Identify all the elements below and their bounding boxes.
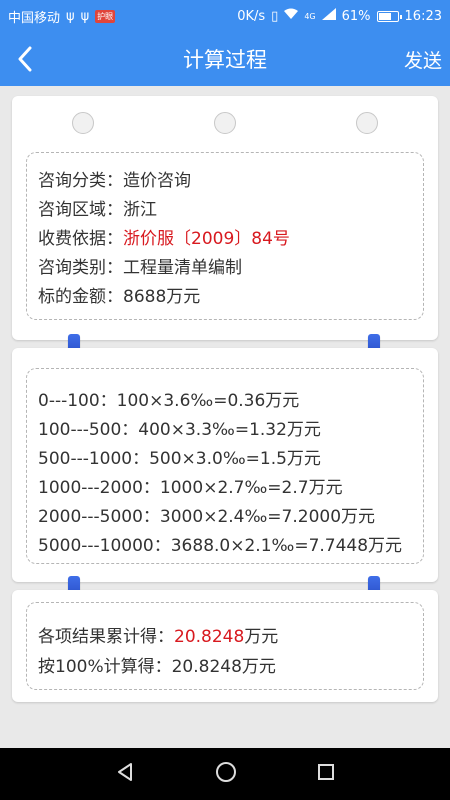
calc-row: 100---500：400×3.3‰=1.32万元 [38, 420, 321, 440]
signal-icon [321, 8, 336, 24]
triangle-back-icon[interactable] [115, 762, 135, 786]
circle-home-icon[interactable] [215, 761, 237, 787]
type-label: 咨询类别： [38, 258, 123, 278]
calc-row: 0---100：100×3.6‰=0.36万元 [38, 391, 300, 411]
info-card: 咨询分类：造价咨询 咨询区域：浙江 收费依据：浙价服〔2009〕84号 咨询类别… [12, 96, 438, 340]
info-region: 咨询区域：浙江 [38, 195, 157, 220]
battery-percent: 61% [341, 8, 371, 24]
region-label: 咨询区域： [38, 200, 123, 220]
chevron-left-icon [18, 46, 32, 72]
basis-value: 浙价服〔2009〕84号 [123, 229, 290, 249]
basis-label: 收费依据： [38, 229, 123, 249]
battery-icon [376, 10, 402, 22]
type-value: 工程量清单编制 [123, 258, 242, 278]
usb-icon: ψ [66, 8, 75, 24]
binder-hole-left [72, 112, 94, 134]
system-nav-bar [0, 748, 450, 800]
carrier-label: 中国移动 [8, 10, 61, 26]
amount-label: 标的金额： [38, 287, 123, 307]
result-percent: 按100%计算得：20.8248万元 [38, 657, 276, 677]
binder-hole-center [214, 112, 236, 134]
back-button[interactable] [0, 32, 50, 86]
status-bar: 中国移动 ψ ψ 护眼 0K/s ▯ 4G 61% 16:23 [0, 0, 450, 32]
cumulative-value: 20.8248 [174, 627, 245, 647]
info-amount: 标的金额：8688万元 [38, 282, 200, 307]
calc-row: 500---1000：500×3.0‰=1.5万元 [38, 449, 321, 469]
info-basis: 收费依据：浙价服〔2009〕84号 [38, 224, 290, 249]
app-bar: 计算过程 发送 [0, 32, 450, 86]
vibrate-icon: ▯ [271, 8, 279, 24]
category-label: 咨询分类： [38, 171, 123, 191]
calc-row: 2000---5000：3000×2.4‰=7.2000万元 [38, 507, 376, 527]
category-value: 造价咨询 [123, 171, 191, 191]
clock: 16:23 [404, 8, 442, 24]
binder-hole-right [356, 112, 378, 134]
signal-type: 4G [304, 11, 316, 21]
info-category: 咨询分类：造价咨询 [38, 166, 191, 191]
cumulative-label: 各项结果累计得： [38, 627, 174, 647]
amount-value: 8688万元 [123, 287, 201, 307]
calc-row: 5000---10000：3688.0×2.1‰=7.7448万元 [38, 536, 403, 556]
network-speed: 0K/s [237, 8, 266, 24]
info-type: 咨询类别：工程量清单编制 [38, 253, 242, 278]
calculation-card: 0---100：100×3.6‰=0.36万元 100---500：400×3.… [12, 348, 438, 582]
page-title: 计算过程 [183, 48, 267, 72]
wifi-icon [284, 8, 299, 24]
cumulative-unit: 万元 [244, 627, 279, 647]
send-button[interactable]: 发送 [404, 46, 442, 73]
square-recent-icon[interactable] [317, 763, 335, 785]
region-value: 浙江 [123, 200, 157, 220]
calc-row: 1000---2000：1000×2.7‰=2.7万元 [38, 478, 343, 498]
eye-care-badge: 护眼 [95, 9, 116, 23]
result-card: 各项结果累计得：20.8248万元 按100%计算得：20.8248万元 [12, 590, 438, 702]
result-cumulative: 各项结果累计得：20.8248万元 [38, 622, 278, 647]
usb-icon-2: ψ [80, 8, 90, 24]
